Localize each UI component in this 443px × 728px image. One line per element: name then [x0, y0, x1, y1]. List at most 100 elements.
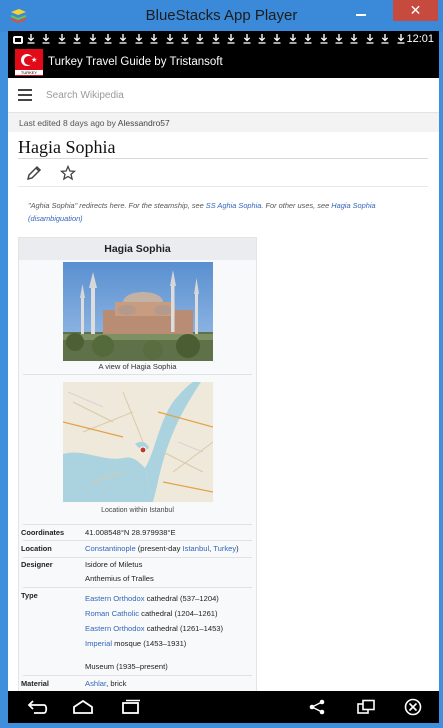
designer-label: Designer	[21, 560, 53, 569]
hagia-sophia-photo[interactable]	[63, 262, 213, 361]
download-icon	[227, 34, 235, 44]
eastern-orthodox-link[interactable]: Eastern Orthodox	[85, 594, 145, 603]
location-label: Location	[21, 544, 52, 553]
type-text: cathedral (537–1204)	[144, 594, 219, 603]
edit-pencil-icon[interactable]	[26, 165, 42, 181]
window-title: BlueStacks App Player	[145, 7, 298, 24]
title-divider	[18, 158, 428, 159]
download-icon	[104, 34, 112, 44]
istanbul-link[interactable]: Istanbul	[183, 544, 210, 553]
download-icon	[243, 34, 251, 44]
menu-icon[interactable]	[18, 89, 32, 101]
material-value: Ashlar, brick	[85, 677, 126, 690]
download-icon	[335, 34, 343, 44]
download-icon	[27, 34, 35, 44]
infobox-title: Hagia Sophia	[19, 238, 256, 260]
resize-window-icon[interactable]	[356, 699, 376, 715]
download-icon	[181, 34, 189, 44]
home-icon[interactable]	[72, 699, 94, 715]
infobox-divider	[23, 374, 252, 375]
close-window-button[interactable]: ✕	[393, 0, 438, 21]
eastern-orthodox-link[interactable]: Eastern Orthodox	[85, 624, 145, 633]
location-map[interactable]	[63, 382, 213, 502]
download-icon	[166, 34, 174, 44]
turkey-link[interactable]: Turkey	[213, 544, 236, 553]
search-input[interactable]: Search Wikipedia	[46, 90, 124, 101]
download-icon	[73, 34, 81, 44]
ashlar-link[interactable]: Ashlar	[85, 679, 106, 688]
disambiguation-link[interactable]: (disambiguation)	[28, 214, 83, 223]
type-text: cathedral (1204–1261)	[139, 609, 218, 618]
constantinople-link[interactable]: Constantinople	[85, 544, 136, 553]
download-icon	[42, 34, 50, 44]
type-row-4: Imperial mosque (1453–1931)	[85, 637, 186, 650]
infobox-divider	[23, 587, 252, 588]
notification-app-icon	[13, 36, 23, 44]
close-app-icon[interactable]	[404, 698, 422, 716]
last-edited-text: Last edited 8 days ago by	[19, 118, 118, 128]
ss-aghia-sophia-link[interactable]: SS Aghia Sophia	[206, 201, 262, 210]
hatnote: "Aghia Sophia" redirects here. For the s…	[28, 199, 408, 225]
isidore-link[interactable]: Isidore of Miletus	[85, 558, 142, 571]
coordinates-label: Coordinates	[21, 528, 65, 537]
hatnote-text-1: "Aghia Sophia" redirects here. For the s…	[28, 201, 206, 210]
download-icon	[381, 34, 389, 44]
type-text: mosque (1453–1931)	[112, 639, 187, 648]
type-row-5: Museum (1935–present)	[85, 662, 168, 671]
recent-apps-icon[interactable]	[120, 699, 142, 715]
download-icon	[397, 34, 405, 44]
back-icon[interactable]	[26, 699, 48, 715]
search-bar: Search Wikipedia	[8, 78, 439, 113]
infobox-divider	[23, 524, 252, 525]
type-row-1: Eastern Orthodox cathedral (537–1204)	[85, 592, 219, 605]
status-bar: 12:01	[8, 31, 439, 48]
type-label: Type	[21, 591, 38, 600]
location-text: )	[236, 544, 239, 553]
app-bar: ★ TURKEY Turkey Travel Guide by Tristans…	[8, 48, 439, 78]
infobox-divider	[23, 675, 252, 676]
material-text: , brick	[106, 679, 127, 688]
android-nav-bar	[8, 691, 439, 723]
download-icon	[58, 34, 66, 44]
download-icon	[150, 34, 158, 44]
anthemius-link[interactable]: Anthemius of Tralles	[85, 572, 154, 585]
android-screen: 12:01 ★ TURKEY Turkey Travel Guide by Tr…	[8, 31, 439, 691]
photo-caption: A view of Hagia Sophia	[98, 362, 177, 371]
download-icon	[320, 34, 328, 44]
download-icon	[273, 34, 281, 44]
map-caption: Location within Istanbul	[101, 507, 174, 514]
coordinates-link[interactable]: 41.008548°N 28.979938°E	[85, 526, 176, 539]
infobox-divider	[23, 540, 252, 541]
download-icon	[212, 34, 220, 44]
page-title: Hagia Sophia	[18, 137, 116, 157]
type-row-3: Eastern Orthodox cathedral (1261–1453)	[85, 622, 223, 635]
download-icon	[258, 34, 266, 44]
hagia-sophia-link[interactable]: Hagia Sophia	[331, 201, 375, 210]
download-icon	[119, 34, 127, 44]
minimize-button[interactable]	[348, 2, 374, 22]
share-icon[interactable]	[308, 699, 326, 715]
last-editor-link[interactable]: Alessandro57	[118, 118, 170, 128]
infobox: Hagia Sophia A view of Hagia Sophia Loca…	[18, 237, 257, 691]
app-title: Turkey Travel Guide by Tristansoft	[48, 56, 223, 68]
turkey-flag-icon: ★ TURKEY	[15, 49, 43, 76]
watch-star-icon[interactable]	[60, 165, 76, 181]
location-text: (present-day	[135, 544, 183, 553]
download-icon	[196, 34, 204, 44]
material-label: Material	[21, 679, 49, 688]
flag-caption: TURKEY	[15, 70, 43, 75]
last-edited-bar[interactable]: Last edited 8 days ago by Alessandro57	[8, 113, 439, 132]
type-text: cathedral (1261–1453)	[144, 624, 224, 633]
imperial-link[interactable]: Imperial	[85, 639, 112, 648]
download-icon	[350, 34, 358, 44]
download-icon	[89, 34, 97, 44]
type-row-2: Roman Catholic cathedral (1204–1261)	[85, 607, 218, 620]
roman-catholic-link[interactable]: Roman Catholic	[85, 609, 139, 618]
download-icon	[304, 34, 312, 44]
hatnote-text-2: . For other uses, see	[261, 201, 332, 210]
window-titlebar[interactable]: BlueStacks App Player ✕	[0, 0, 443, 32]
location-value: Constantinople (present-day Istanbul, Tu…	[85, 542, 239, 555]
status-clock: 12:01	[406, 33, 434, 45]
download-icon	[135, 34, 143, 44]
bluestacks-window: BlueStacks App Player ✕ 12:01 ★ TURKEY T…	[0, 0, 443, 728]
